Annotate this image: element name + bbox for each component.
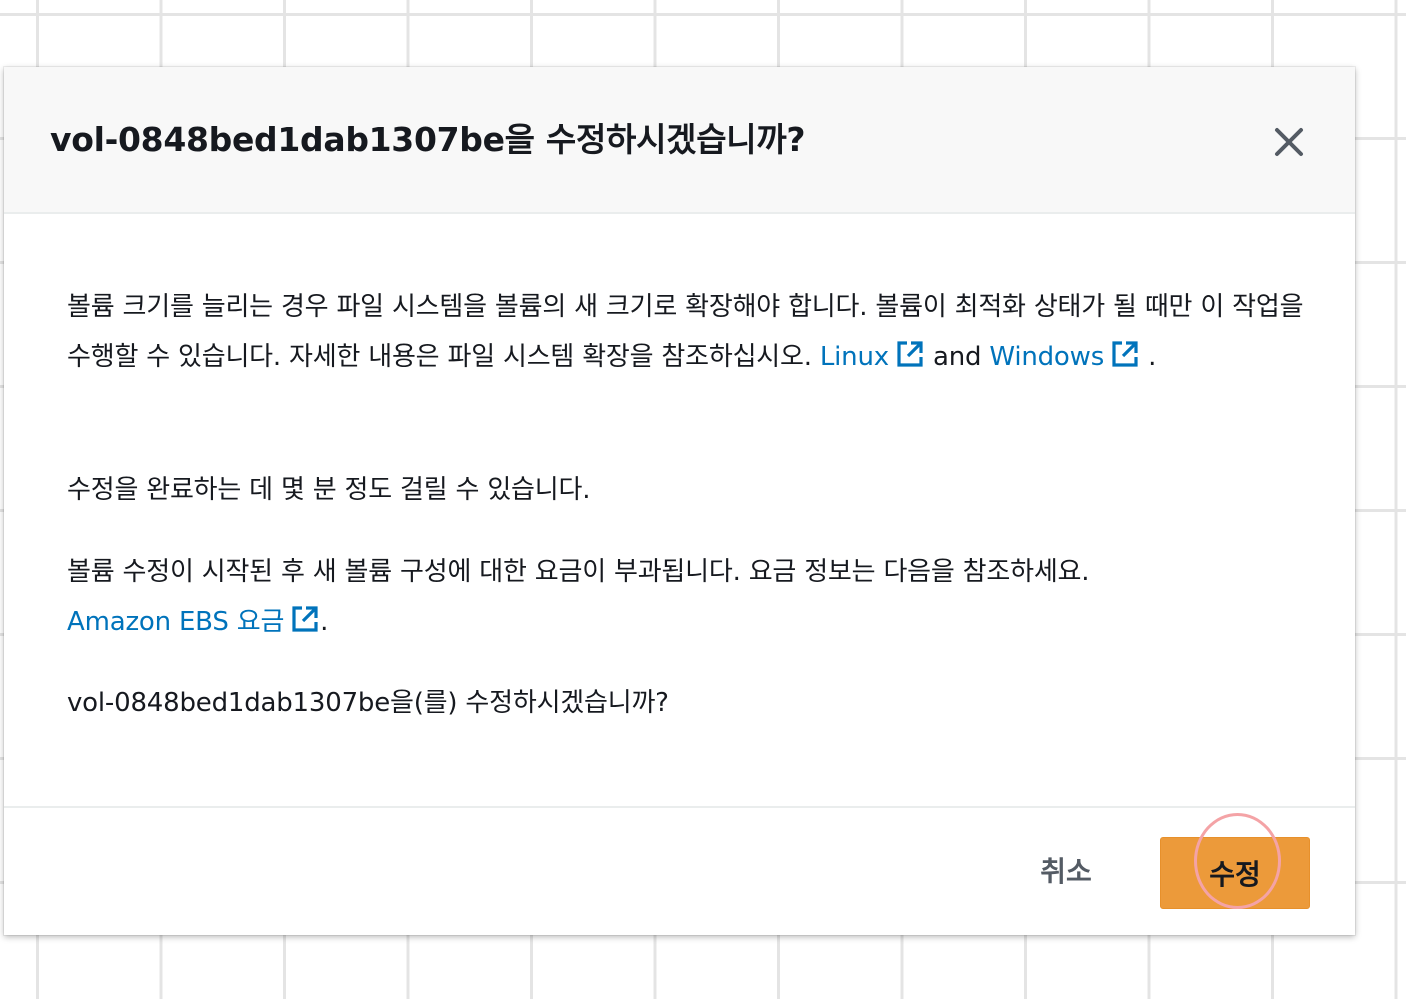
modal-footer: 취소 수정 <box>4 806 1355 935</box>
close-icon <box>1275 128 1303 156</box>
modify-volume-modal: vol-0848bed1dab1307be을 수정하시겠습니까? 볼륨 크기를 … <box>4 67 1355 935</box>
linux-link-label: Linux <box>819 342 889 372</box>
duration-info-paragraph: 수정을 완료하는 데 몇 분 정도 걸릴 수 있습니다. <box>67 475 591 505</box>
close-button[interactable] <box>1267 120 1311 164</box>
ebs-pricing-link-label: Amazon EBS 요금 <box>67 607 285 637</box>
modify-button[interactable]: 수정 <box>1160 837 1310 909</box>
windows-docs-link[interactable]: Windows <box>989 341 1140 372</box>
and-text: and <box>924 342 990 372</box>
windows-link-label: Windows <box>989 342 1105 372</box>
cancel-button[interactable]: 취소 <box>1016 838 1116 902</box>
external-link-icon <box>897 341 923 367</box>
resize-info-paragraph: 볼륨 크기를 늘리는 경우 파일 시스템을 볼륨의 새 크기로 확장해야 합니다… <box>67 282 1307 382</box>
modal-header: vol-0848bed1dab1307be을 수정하시겠습니까? <box>4 67 1355 214</box>
modal-title: vol-0848bed1dab1307be을 수정하시겠습니까? <box>50 120 806 159</box>
paragraph-ending: . <box>320 607 329 637</box>
external-link-icon <box>292 606 318 632</box>
paragraph-ending: . <box>1140 342 1157 372</box>
external-link-icon <box>1112 341 1138 367</box>
linux-docs-link[interactable]: Linux <box>819 341 925 372</box>
confirmation-question: vol-0848bed1dab1307be을(를) 수정하시겠습니까? <box>67 688 669 718</box>
pricing-info-text: 볼륨 수정이 시작된 후 새 볼륨 구성에 대한 요금이 부과됩니다. 요금 정… <box>67 557 1090 587</box>
pricing-info-paragraph: 볼륨 수정이 시작된 후 새 볼륨 구성에 대한 요금이 부과됩니다. 요금 정… <box>67 547 1307 647</box>
ebs-pricing-link[interactable]: Amazon EBS 요금 <box>67 606 320 637</box>
